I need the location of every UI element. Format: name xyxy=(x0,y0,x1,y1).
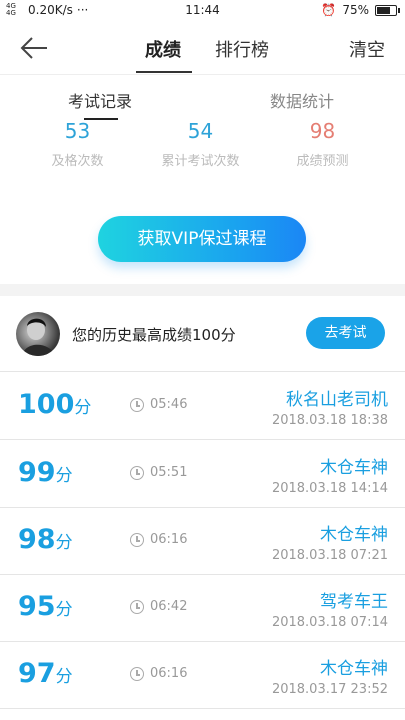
clock-icon xyxy=(130,533,144,547)
status-right: ⏰ 75% xyxy=(321,3,400,17)
record-duration: 06:16 xyxy=(150,532,188,547)
score-unit: 分 xyxy=(55,600,73,620)
record-user-name: 木仓车神 xyxy=(320,525,388,545)
score-number: 97 xyxy=(18,658,56,689)
record-date: 2018.03.18 07:14 xyxy=(271,615,388,630)
score-number: 100 xyxy=(18,389,75,420)
clock-icon xyxy=(130,398,144,412)
record-date: 2018.03.18 18:38 xyxy=(271,413,388,428)
alarm-icon: ⏰ xyxy=(321,3,337,17)
vip-course-button[interactable]: 获取VIP保过课程 xyxy=(98,216,306,262)
stat-pass-count: 53 及格次数 xyxy=(10,118,145,169)
record-score: 100分 xyxy=(18,389,91,420)
stat-label: 成绩预测 xyxy=(296,154,349,169)
record-duration: 05:51 xyxy=(150,465,188,480)
avatar[interactable] xyxy=(16,312,60,356)
best-score-row: 您的历史最高成绩100分 去考试 xyxy=(0,296,405,372)
tab-ranking[interactable]: 排行榜 xyxy=(215,36,269,62)
stat-value: 53 xyxy=(64,119,91,143)
score-unit: 分 xyxy=(55,533,73,553)
battery-percent: 75% xyxy=(342,3,369,17)
sub-tabs: 考试记录 数据统计 xyxy=(0,74,405,120)
record-user-name: 秋名山老司机 xyxy=(286,390,388,410)
record-row[interactable]: 98分 06:16 木仓车神 2018.03.18 07:21 xyxy=(0,508,405,575)
score-number: 98 xyxy=(18,524,56,555)
stats-summary: 53 及格次数 54 累计考试次数 98 成绩预测 xyxy=(0,118,405,178)
best-score-text: 您的历史最高成绩100分 xyxy=(72,326,236,344)
battery-icon xyxy=(375,4,400,16)
stat-label: 累计考试次数 xyxy=(161,154,240,169)
subtab-exam-records[interactable]: 考试记录 xyxy=(68,88,132,112)
record-row[interactable]: 99分 05:51 木仓车神 2018.03.18 14:14 xyxy=(0,441,405,508)
stat-value: 54 xyxy=(187,119,214,143)
status-bar: 4G 4G 0.20K/s ··· 11:44 ⏰ 75% xyxy=(0,0,405,22)
record-date: 2018.03.17 23:52 xyxy=(271,682,388,697)
stat-value: 98 xyxy=(309,119,336,143)
top-nav: 成绩 排行榜 清空 xyxy=(0,22,405,74)
record-score: 98分 xyxy=(18,524,73,555)
tab-score[interactable]: 成绩 xyxy=(145,36,181,62)
score-number: 99 xyxy=(18,457,56,488)
record-score: 95分 xyxy=(18,591,73,622)
record-duration: 06:16 xyxy=(150,666,188,681)
record-user-name: 木仓车神 xyxy=(320,458,388,478)
clear-button[interactable]: 清空 xyxy=(349,36,385,62)
stat-label: 及格次数 xyxy=(51,154,104,169)
avatar-portrait-icon xyxy=(22,318,56,356)
clock-icon xyxy=(130,466,144,480)
subtab-data-stats[interactable]: 数据统计 xyxy=(270,88,334,112)
clock-icon xyxy=(130,600,144,614)
record-score: 97分 xyxy=(18,658,73,689)
score-unit: 分 xyxy=(55,667,73,687)
battery-fill xyxy=(377,6,390,14)
record-duration: 05:46 xyxy=(150,397,188,412)
stat-score-prediction: 98 成绩预测 xyxy=(255,118,390,169)
back-arrow-icon[interactable] xyxy=(18,34,50,62)
section-divider xyxy=(0,284,405,296)
record-row[interactable]: 95分 06:42 驾考车王 2018.03.18 07:14 xyxy=(0,575,405,642)
score-unit: 分 xyxy=(55,466,73,486)
record-user-name: 木仓车神 xyxy=(320,659,388,679)
record-duration: 06:42 xyxy=(150,599,188,614)
record-row[interactable]: 97分 06:16 木仓车神 2018.03.17 23:52 xyxy=(0,642,405,709)
go-exam-button[interactable]: 去考试 xyxy=(306,317,385,349)
record-date: 2018.03.18 14:14 xyxy=(271,481,388,496)
score-number: 95 xyxy=(18,591,56,622)
clock-icon xyxy=(130,667,144,681)
record-score: 99分 xyxy=(18,457,73,488)
score-unit: 分 xyxy=(74,398,92,418)
stat-total-exams: 54 累计考试次数 xyxy=(133,118,268,169)
record-date: 2018.03.18 07:21 xyxy=(271,548,388,563)
record-user-name: 驾考车王 xyxy=(320,592,388,612)
active-tab-indicator xyxy=(136,71,192,73)
record-row[interactable]: 100分 05:46 秋名山老司机 2018.03.18 18:38 xyxy=(0,373,405,440)
